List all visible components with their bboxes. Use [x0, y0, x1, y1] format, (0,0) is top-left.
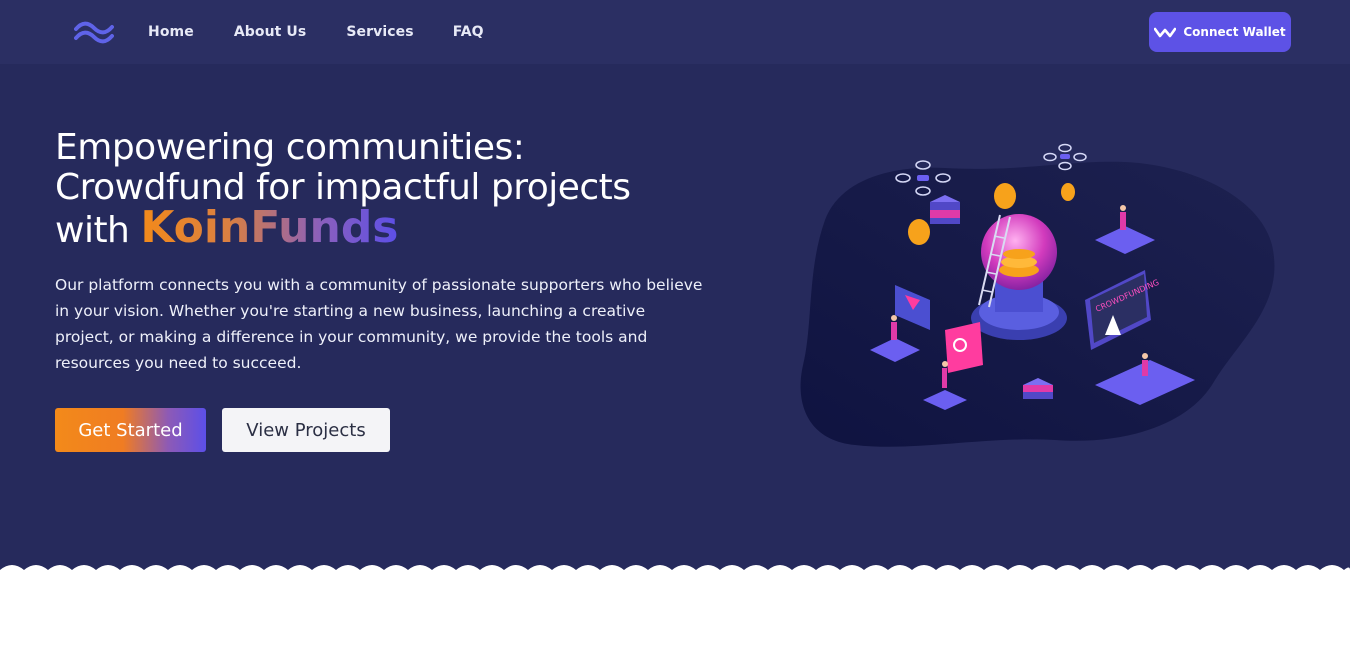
logo-icon[interactable] [74, 20, 114, 44]
connect-wallet-label: Connect Wallet [1183, 25, 1286, 39]
hero-description: Our platform connects you with a communi… [55, 276, 703, 372]
hero-headline: Empowering communities: Crowdfund for im… [55, 128, 775, 251]
headline-line-3: with KoinFunds [55, 206, 775, 251]
connect-wallet-button[interactable]: Connect Wallet [1149, 12, 1291, 52]
nav-link-about-us[interactable]: About Us [234, 24, 307, 40]
nav-links: Home About Us Services FAQ [148, 0, 484, 64]
crowdfunding-illustration: CROWDFUNDING [800, 143, 1275, 447]
headline-with: with [55, 210, 130, 251]
get-started-button[interactable]: Get Started [55, 408, 206, 452]
hero-section: Home About Us Services FAQ Connect Walle… [0, 0, 1350, 590]
wallet-connect-icon [1154, 27, 1177, 38]
nav-link-faq[interactable]: FAQ [453, 24, 484, 40]
nav-link-services[interactable]: Services [346, 24, 413, 40]
wave-divider [0, 565, 1350, 590]
brand-name: KoinFunds [140, 202, 399, 253]
lower-section [0, 590, 1350, 657]
headline-line-1: Empowering communities: [55, 127, 525, 168]
view-projects-button[interactable]: View Projects [222, 408, 390, 452]
nav-link-home[interactable]: Home [148, 24, 194, 40]
top-navbar: Home About Us Services FAQ Connect Walle… [0, 0, 1350, 64]
page: Home About Us Services FAQ Connect Walle… [0, 0, 1350, 657]
